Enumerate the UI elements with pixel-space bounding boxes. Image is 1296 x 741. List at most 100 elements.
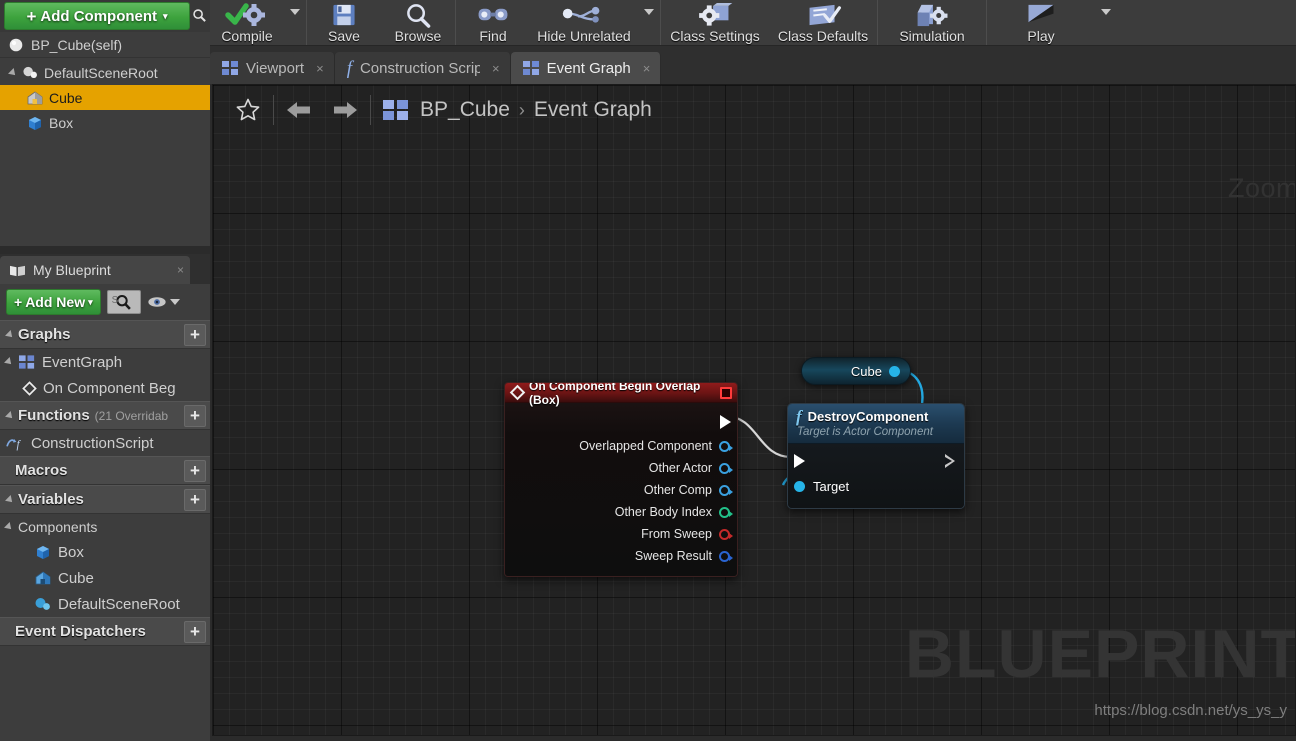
add-new-button[interactable]: + Add New ▾ [6, 289, 101, 315]
section-title: Variables [18, 491, 84, 508]
back-arrow-icon[interactable] [276, 98, 322, 122]
tab-construction-script[interactable]: f Construction Scrip × [334, 52, 511, 84]
add-event-dispatcher-button[interactable]: + [184, 621, 206, 643]
pin-target[interactable] [794, 480, 805, 492]
breadcrumb-current[interactable]: Event Graph [534, 98, 652, 122]
hide-unrelated-icon [558, 2, 610, 28]
tree-row-defaultsceneroot[interactable]: DefaultSceneRoot [0, 60, 210, 85]
forward-arrow-icon[interactable] [322, 98, 368, 122]
add-function-button[interactable]: + [184, 405, 206, 427]
disclosure-triangle-icon[interactable] [5, 329, 15, 340]
save-button[interactable]: Save [307, 0, 381, 45]
section-title: Graphs [18, 326, 71, 343]
class-settings-button[interactable]: Class Settings [661, 0, 769, 45]
my-blueprint-search-input[interactable]: S [106, 290, 141, 314]
disclosure-triangle-icon[interactable] [4, 357, 14, 367]
chevron-down-icon [644, 9, 654, 15]
disclosure-triangle-icon[interactable] [5, 410, 15, 421]
pin-label: Other Actor [648, 461, 712, 475]
list-item-label: Box [58, 543, 84, 561]
exec-input-pin[interactable] [794, 454, 805, 468]
pin-other-body-index[interactable] [719, 506, 733, 518]
section-graphs[interactable]: Graphs + [0, 320, 210, 349]
exec-output-pin[interactable] [945, 454, 956, 468]
disclosure-triangle-icon[interactable] [5, 494, 15, 505]
graph-header-bar: BP_Cube › Event Graph Zoom [213, 85, 1295, 203]
node-header: f DestroyComponent Target is Actor Compo… [788, 404, 964, 444]
pin-label: Other Comp [643, 483, 712, 497]
list-item-constructionscript[interactable]: f ConstructionScript [0, 430, 210, 456]
list-item-variable-cube[interactable]: Cube [0, 565, 210, 591]
tab-label: Viewport [246, 59, 305, 77]
section-event-dispatchers[interactable]: Event Dispatchers + [0, 617, 210, 646]
pin-from-sweep[interactable] [719, 528, 733, 540]
node-close-icon[interactable] [720, 386, 732, 399]
variables-group-components[interactable]: Components [0, 514, 210, 539]
disclosure-triangle-icon[interactable] [4, 521, 14, 532]
add-variable-button[interactable]: + [184, 489, 206, 511]
list-item-variable-box[interactable]: Box [0, 539, 210, 565]
list-item-variable-defaultsceneroot[interactable]: DefaultSceneRoot [0, 591, 210, 617]
plus-icon: + [14, 294, 23, 310]
tab-label: Event Graph [546, 59, 631, 77]
tab-viewport[interactable]: Viewport × [210, 52, 335, 84]
class-defaults-button[interactable]: Class Defaults [769, 0, 877, 45]
components-search-icon[interactable] [190, 4, 208, 26]
event-node-icon [22, 380, 37, 396]
tab-event-graph[interactable]: Event Graph × [510, 52, 662, 84]
find-button[interactable]: Find [456, 0, 530, 45]
section-variables[interactable]: Variables + [0, 485, 210, 514]
tab-my-blueprint[interactable]: My Blueprint × [0, 256, 190, 284]
play-options-caret[interactable] [1095, 0, 1117, 45]
panel-splitter[interactable] [0, 246, 210, 254]
tree-row-cube[interactable]: Cube [0, 85, 210, 110]
simulation-button[interactable]: Simulation [878, 0, 986, 45]
static-mesh-icon [35, 571, 51, 585]
add-graph-button[interactable]: + [184, 324, 206, 346]
node-variable-get-cube[interactable]: Cube [801, 357, 911, 385]
pin-other-comp[interactable] [719, 484, 733, 496]
node-on-component-begin-overlap[interactable]: On Component Begin Overlap (Box) Overlap… [504, 382, 738, 577]
browse-icon [402, 2, 434, 28]
close-icon[interactable]: × [643, 61, 651, 76]
pin-other-actor[interactable] [719, 462, 733, 474]
breadcrumb-separator: › [518, 99, 525, 120]
pin-overlapped-component[interactable] [719, 440, 733, 452]
list-item-eventgraph[interactable]: EventGraph [0, 349, 210, 375]
section-functions[interactable]: Functions (21 Overridab + [0, 401, 210, 430]
exec-output-pin[interactable] [720, 415, 731, 429]
pin-row-other-actor: Other Actor [505, 457, 737, 479]
event-graph-canvas[interactable]: BP_Cube › Event Graph Zoom BLUEPRINT htt… [212, 84, 1296, 736]
visibility-options-button[interactable] [147, 295, 180, 309]
variable-output-pin[interactable] [889, 365, 900, 377]
pin-sweep-result[interactable] [719, 550, 733, 562]
list-item-label: EventGraph [42, 353, 123, 371]
favorite-star-icon[interactable] [225, 97, 271, 123]
component-self-row[interactable]: BP_Cube(self) [0, 32, 210, 58]
close-icon[interactable]: × [316, 61, 324, 76]
node-destroy-component[interactable]: f DestroyComponent Target is Actor Compo… [787, 403, 965, 509]
tree-row-box[interactable]: Box [0, 110, 210, 135]
play-button[interactable]: Play [987, 0, 1095, 45]
watermark-text: BLUEPRINT [904, 616, 1296, 692]
compile-button[interactable]: Compile [210, 0, 284, 45]
function-icon: f [346, 57, 352, 79]
close-icon[interactable]: × [492, 61, 500, 76]
event-diamond-icon [509, 384, 526, 401]
hide-unrelated-button[interactable]: Hide Unrelated [530, 0, 638, 45]
breadcrumb-root[interactable]: BP_Cube [420, 98, 510, 122]
pin-row-other-comp: Other Comp [505, 479, 737, 501]
components-panel: + Add Component ▾ BP_Cube(self) DefaultS… [0, 0, 210, 246]
function-icon: f [796, 407, 802, 426]
search-placeholder: S [111, 295, 119, 306]
add-macro-button[interactable]: + [184, 460, 206, 482]
add-component-button[interactable]: + Add Component ▾ [4, 2, 190, 30]
compile-options-caret[interactable] [284, 0, 306, 45]
browse-button[interactable]: Browse [381, 0, 455, 45]
list-item-on-component-begin-overlap[interactable]: On Component Beg [0, 375, 210, 401]
disclosure-triangle-icon[interactable] [8, 67, 18, 78]
section-macros[interactable]: Macros + [0, 456, 210, 485]
save-icon [329, 2, 359, 28]
hide-unrelated-caret[interactable] [638, 0, 660, 45]
close-icon[interactable]: × [177, 263, 184, 277]
